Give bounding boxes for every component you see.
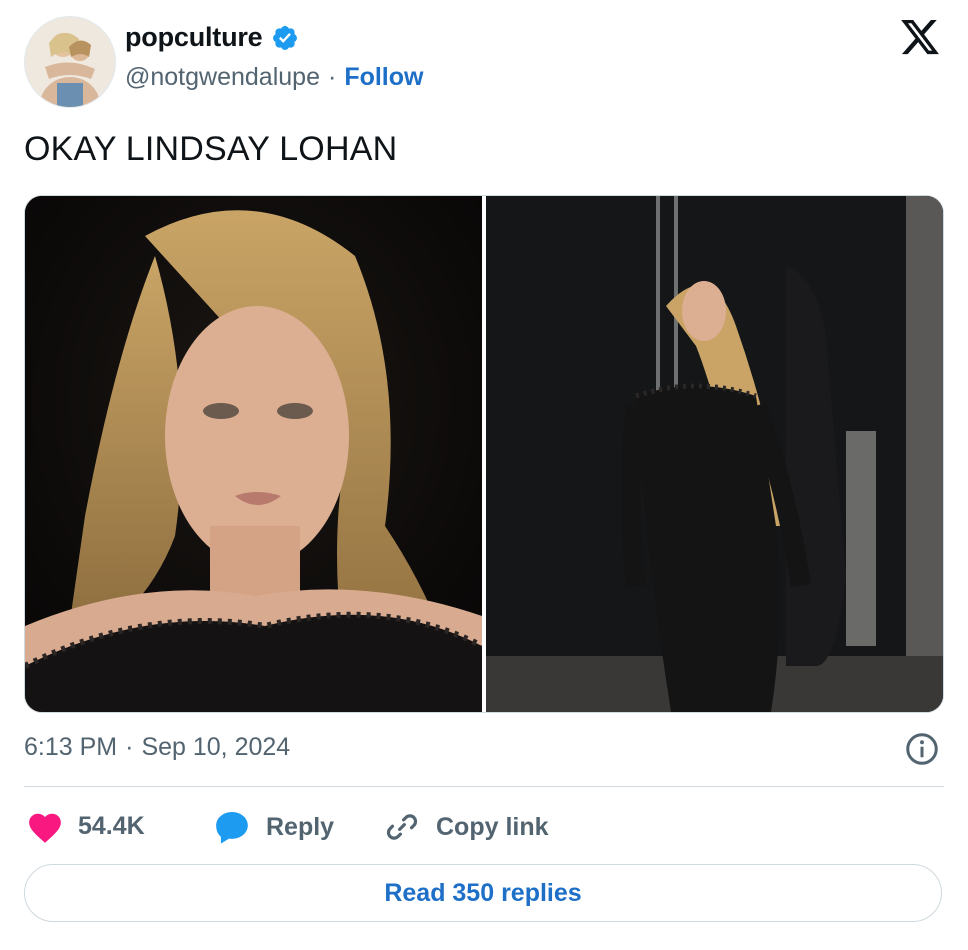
media-photo-2[interactable] bbox=[486, 196, 943, 712]
media-photo-1[interactable] bbox=[25, 196, 482, 712]
reply-button[interactable]: Reply bbox=[212, 808, 334, 846]
full-length-photo-image bbox=[486, 196, 943, 712]
link-icon bbox=[386, 814, 418, 840]
author-handle[interactable]: @notgwendalupe bbox=[125, 63, 320, 92]
tweet-timestamp[interactable]: 6:13 PM · Sep 10, 2024 bbox=[24, 733, 290, 762]
author-name-row: popculture bbox=[125, 22, 299, 53]
author-avatar[interactable] bbox=[24, 16, 116, 108]
tweet-date: Sep 10, 2024 bbox=[141, 733, 291, 761]
verified-badge-icon bbox=[272, 25, 297, 50]
like-count: 54.4K bbox=[78, 811, 145, 840]
tweet-media-grid bbox=[24, 195, 944, 713]
tweet-card: popculture @notgwendalupe · Follow OKAY … bbox=[0, 0, 968, 950]
like-button[interactable]: 54.4K bbox=[26, 808, 145, 844]
tweet-text: OKAY LINDSAY LOHAN bbox=[24, 130, 398, 168]
read-replies-button[interactable]: Read 350 replies bbox=[24, 864, 942, 922]
heart-icon bbox=[29, 813, 61, 843]
avatar-photo bbox=[25, 17, 115, 107]
actions-divider bbox=[24, 786, 944, 787]
follow-button[interactable]: Follow bbox=[344, 63, 423, 92]
copy-link-label: Copy link bbox=[436, 812, 549, 841]
author-display-name[interactable]: popculture bbox=[125, 22, 263, 53]
timestamp-separator: · bbox=[125, 733, 134, 761]
x-logo-icon[interactable] bbox=[898, 16, 942, 58]
tweet-time: 6:13 PM bbox=[24, 733, 118, 761]
info-icon[interactable] bbox=[904, 731, 940, 767]
speech-bubble-icon bbox=[216, 811, 248, 844]
reply-label: Reply bbox=[266, 812, 335, 841]
handle-separator: · bbox=[327, 63, 337, 91]
author-handle-row: @notgwendalupe · Follow bbox=[125, 63, 423, 92]
copy-link-button[interactable]: Copy link bbox=[382, 808, 549, 846]
portrait-closeup-image bbox=[25, 196, 482, 712]
